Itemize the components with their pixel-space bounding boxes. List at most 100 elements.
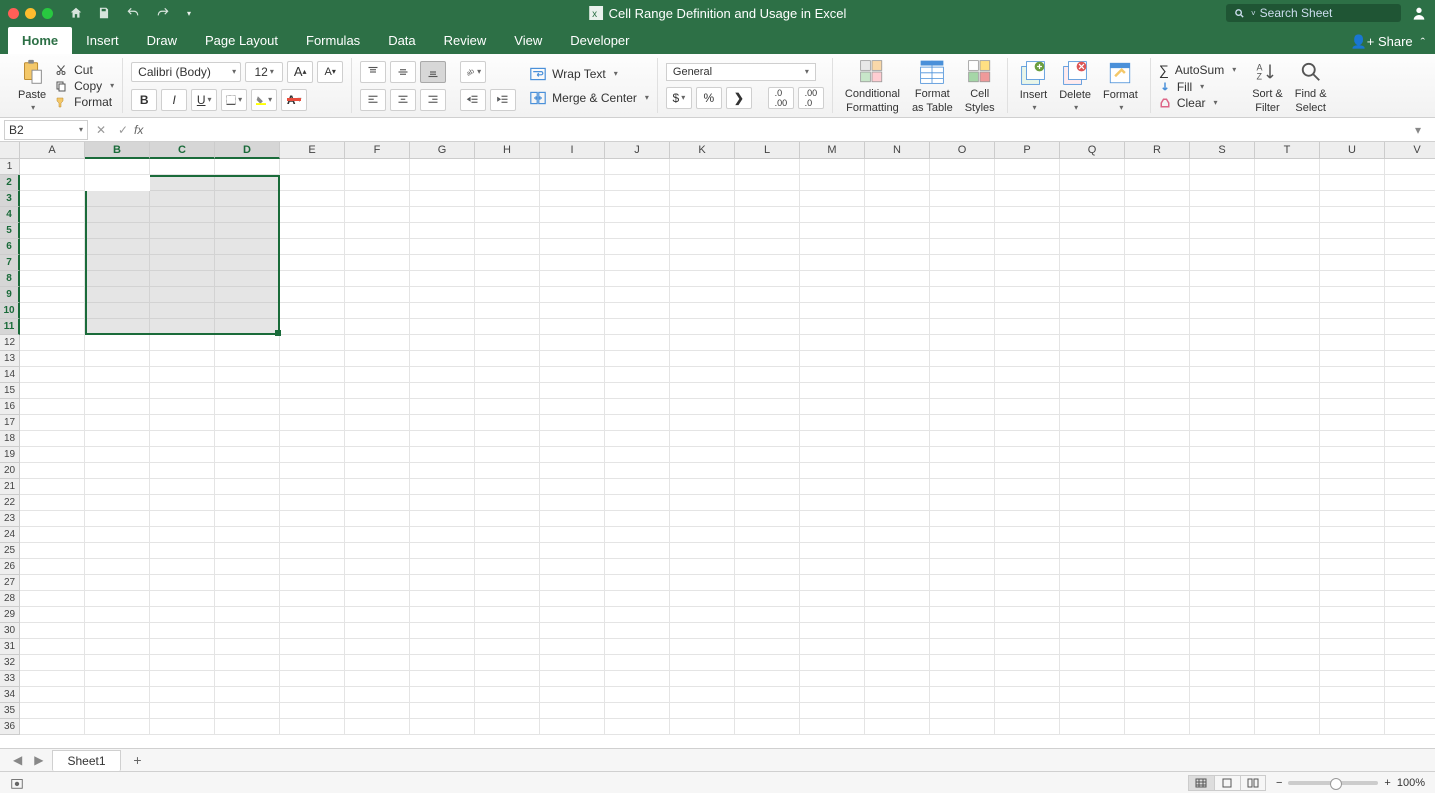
decrease-font-button[interactable]: A▾	[317, 61, 343, 83]
row-header-16[interactable]: 16	[0, 399, 20, 415]
cancel-formula-icon[interactable]: ✕	[90, 123, 112, 137]
collapse-ribbon-icon[interactable]: ˆ	[1421, 35, 1425, 50]
tab-home[interactable]: Home	[8, 27, 72, 54]
tab-review[interactable]: Review	[430, 27, 501, 54]
search-sheet-box[interactable]: ˅ Search Sheet	[1226, 4, 1401, 22]
col-header-K[interactable]: K	[670, 142, 735, 159]
underline-button[interactable]: U▾	[191, 89, 217, 111]
sheet-tab[interactable]: Sheet1	[52, 750, 120, 771]
row-header-23[interactable]: 23	[0, 511, 20, 527]
row-header-25[interactable]: 25	[0, 543, 20, 559]
col-header-S[interactable]: S	[1190, 142, 1255, 159]
row-header-13[interactable]: 13	[0, 351, 20, 367]
tab-insert[interactable]: Insert	[72, 27, 133, 54]
increase-decimal-button[interactable]: .0.00	[768, 87, 794, 109]
row-header-36[interactable]: 36	[0, 719, 20, 735]
col-header-N[interactable]: N	[865, 142, 930, 159]
italic-button[interactable]: I	[161, 89, 187, 111]
col-header-B[interactable]: B	[85, 142, 150, 159]
accounting-format-button[interactable]: $▾	[666, 87, 692, 109]
row-header-3[interactable]: 3	[0, 191, 20, 207]
row-header-26[interactable]: 26	[0, 559, 20, 575]
percent-format-button[interactable]: %	[696, 87, 722, 109]
increase-indent-button[interactable]	[490, 89, 516, 111]
orientation-button[interactable]: ab▾	[460, 61, 486, 83]
row-header-34[interactable]: 34	[0, 687, 20, 703]
formula-input[interactable]	[149, 120, 1415, 140]
align-bottom-button[interactable]	[420, 61, 446, 83]
border-button[interactable]: ▾	[221, 89, 247, 111]
qat-customize[interactable]: ▾	[187, 9, 191, 18]
row-header-35[interactable]: 35	[0, 703, 20, 719]
row-header-7[interactable]: 7	[0, 255, 20, 271]
col-header-Q[interactable]: Q	[1060, 142, 1125, 159]
row-header-17[interactable]: 17	[0, 415, 20, 431]
row-header-31[interactable]: 31	[0, 639, 20, 655]
row-header-1[interactable]: 1	[0, 159, 20, 175]
spreadsheet-grid[interactable]: ABCDEFGHIJKLMNOPQRSTUV 12345678910111213…	[0, 142, 1435, 742]
decrease-indent-button[interactable]	[460, 89, 486, 111]
align-top-button[interactable]	[360, 61, 386, 83]
conditional-formatting-button[interactable]: ConditionalFormatting	[841, 58, 904, 114]
select-all-corner[interactable]	[0, 142, 20, 159]
add-sheet-button[interactable]: +	[127, 752, 149, 768]
row-header-8[interactable]: 8	[0, 271, 20, 287]
row-header-4[interactable]: 4	[0, 207, 20, 223]
zoom-slider[interactable]	[1288, 781, 1378, 785]
format-as-table-button[interactable]: Formatas Table	[908, 58, 957, 114]
col-header-V[interactable]: V	[1385, 142, 1435, 159]
col-header-F[interactable]: F	[345, 142, 410, 159]
tab-draw[interactable]: Draw	[133, 27, 191, 54]
col-header-D[interactable]: D	[215, 142, 280, 159]
insert-cells-button[interactable]: Insert▾	[1016, 59, 1052, 112]
row-header-21[interactable]: 21	[0, 479, 20, 495]
autosum-button[interactable]: ∑AutoSum▾	[1159, 62, 1236, 78]
col-header-U[interactable]: U	[1320, 142, 1385, 159]
maximize-window[interactable]	[42, 8, 53, 19]
row-header-6[interactable]: 6	[0, 239, 20, 255]
font-color-button[interactable]: A▾	[281, 89, 307, 111]
font-size-select[interactable]: 12▾	[245, 62, 283, 82]
page-layout-view-button[interactable]	[1214, 775, 1240, 791]
redo-icon[interactable]	[155, 6, 171, 20]
sheet-nav-next-icon[interactable]: ▶	[31, 753, 46, 767]
minimize-window[interactable]	[25, 8, 36, 19]
wrap-text-button[interactable]: Wrap Text▾	[530, 67, 649, 81]
sheet-nav-prev-icon[interactable]: ◀	[10, 753, 25, 767]
number-format-select[interactable]: General▾	[666, 63, 816, 81]
row-header-30[interactable]: 30	[0, 623, 20, 639]
zoom-out-button[interactable]: −	[1276, 777, 1282, 789]
increase-font-button[interactable]: A▴	[287, 61, 313, 83]
fill-color-button[interactable]: ▾	[251, 89, 277, 111]
share-button[interactable]: 👤+ Share	[1351, 34, 1413, 50]
row-header-20[interactable]: 20	[0, 463, 20, 479]
tab-formulas[interactable]: Formulas	[292, 27, 374, 54]
row-header-2[interactable]: 2	[0, 175, 20, 191]
fill-button[interactable]: Fill▾	[1159, 80, 1236, 94]
fx-icon[interactable]: fx	[134, 123, 143, 137]
align-middle-button[interactable]	[390, 61, 416, 83]
col-header-P[interactable]: P	[995, 142, 1060, 159]
delete-cells-button[interactable]: Delete▾	[1055, 59, 1095, 112]
expand-formula-bar-icon[interactable]: ▾	[1415, 123, 1431, 137]
sort-filter-button[interactable]: AZSort &Filter	[1248, 58, 1287, 114]
macro-record-icon[interactable]	[10, 776, 24, 790]
cell-styles-button[interactable]: CellStyles	[961, 58, 999, 114]
row-header-32[interactable]: 32	[0, 655, 20, 671]
col-header-G[interactable]: G	[410, 142, 475, 159]
paste-button[interactable]: Paste▾	[14, 59, 50, 112]
col-header-R[interactable]: R	[1125, 142, 1190, 159]
tab-data[interactable]: Data	[374, 27, 429, 54]
row-header-22[interactable]: 22	[0, 495, 20, 511]
row-header-19[interactable]: 19	[0, 447, 20, 463]
close-window[interactable]	[8, 8, 19, 19]
row-header-18[interactable]: 18	[0, 431, 20, 447]
decrease-decimal-button[interactable]: .00.0	[798, 87, 824, 109]
cut-button[interactable]: Cut	[54, 63, 114, 77]
row-header-33[interactable]: 33	[0, 671, 20, 687]
align-center-button[interactable]	[390, 89, 416, 111]
find-select-button[interactable]: Find &Select	[1291, 58, 1331, 114]
zoom-in-button[interactable]: +	[1384, 777, 1390, 789]
comma-format-button[interactable]: ❯	[726, 87, 752, 109]
copy-button[interactable]: Copy▾	[54, 79, 114, 93]
